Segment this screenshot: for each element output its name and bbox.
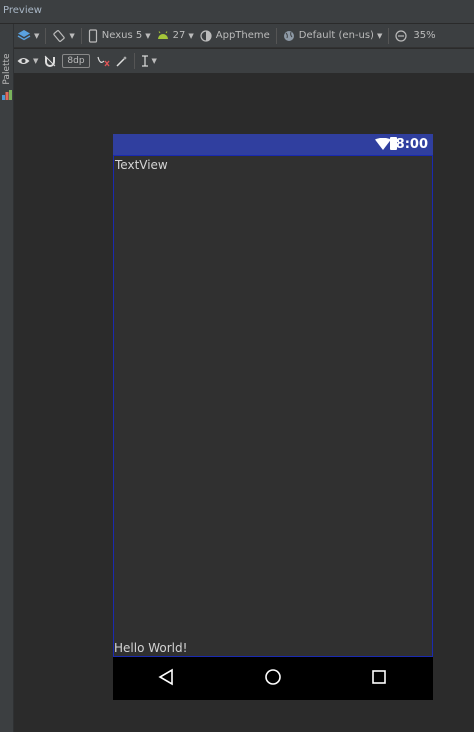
chevron-down-icon: ▼: [69, 31, 75, 40]
theme-selector[interactable]: AppTheme: [197, 26, 273, 46]
textview[interactable]: TextView: [115, 158, 168, 172]
chevron-down-icon: ▼: [376, 31, 383, 40]
device-preview: 8:00 TextView Hello World!: [113, 134, 433, 700]
home-icon[interactable]: [264, 668, 282, 686]
phone-icon: [88, 28, 97, 43]
locale-label: Default (en-us): [298, 30, 374, 41]
toolbar-divider: [388, 27, 390, 44]
chevron-down-icon: ▼: [34, 31, 40, 40]
status-bar: 8:00: [113, 134, 433, 155]
api-level-dropdown[interactable]: 27 ▼: [154, 26, 197, 46]
theme-icon: [200, 29, 212, 42]
back-icon[interactable]: [158, 668, 174, 686]
android-icon: [157, 30, 168, 39]
eye-icon: [17, 58, 30, 64]
text-cursor-icon: [141, 55, 148, 67]
orientation-dropdown[interactable]: ▼: [49, 26, 77, 46]
rotate-device-icon: [53, 29, 66, 42]
toolbar-divider: [80, 27, 82, 44]
chevron-down-icon: ▼: [145, 31, 151, 40]
layers-icon: [17, 29, 31, 40]
clear-constraints-button[interactable]: [93, 51, 113, 71]
status-time: 8:00: [395, 137, 428, 152]
palette-tab[interactable]: Palette: [2, 52, 12, 86]
navigation-bar: [113, 657, 433, 700]
preview-toolbar-secondary: ▼ 8dp ▼: [14, 49, 474, 73]
magic-wand-icon: [116, 56, 127, 67]
api-level-label: 27: [172, 30, 186, 41]
clear-constraints-icon: [96, 56, 110, 67]
toolbar-divider: [45, 27, 47, 44]
design-surface-dropdown[interactable]: ▼: [14, 26, 42, 46]
chevron-down-icon: ▼: [188, 31, 194, 40]
margin-value: 8dp: [62, 54, 90, 68]
autoconnect-toggle[interactable]: [41, 51, 59, 71]
window-title: Preview: [3, 5, 42, 16]
side-tool-strip: Palette: [0, 24, 14, 732]
chevron-down-icon: ▼: [33, 57, 39, 65]
toolbar-divider: [275, 27, 277, 44]
palette-icon[interactable]: [2, 90, 12, 100]
view-options-dropdown[interactable]: ▼: [14, 51, 41, 71]
locale-dropdown[interactable]: Default (en-us) ▼: [280, 26, 386, 46]
device-label: Nexus 5: [101, 30, 143, 41]
toolbar-divider: [133, 53, 135, 69]
hello-world-textview[interactable]: Hello World!: [114, 641, 187, 655]
wifi-icon: [375, 138, 391, 150]
zoom-out-icon: [395, 29, 407, 42]
magnet-off-icon: [45, 55, 56, 67]
theme-label: AppTheme: [215, 30, 270, 41]
preview-title-bar: Preview: [0, 0, 474, 24]
default-margin-button[interactable]: 8dp: [59, 51, 92, 71]
zoom-out-button[interactable]: [392, 26, 410, 46]
chevron-down-icon: ▼: [151, 57, 157, 65]
preview-toolbar-main: ▼ ▼ Nexus 5 ▼ 27 ▼ AppTheme Default (en-…: [14, 24, 474, 48]
globe-icon: [283, 30, 294, 41]
layout-root[interactable]: TextView Hello World!: [113, 155, 433, 657]
device-dropdown[interactable]: Nexus 5 ▼: [85, 26, 154, 46]
infer-constraints-button[interactable]: [113, 51, 131, 71]
zoom-level: 35%: [413, 30, 436, 41]
guidelines-dropdown[interactable]: ▼: [138, 51, 160, 71]
overview-icon[interactable]: [371, 668, 387, 686]
